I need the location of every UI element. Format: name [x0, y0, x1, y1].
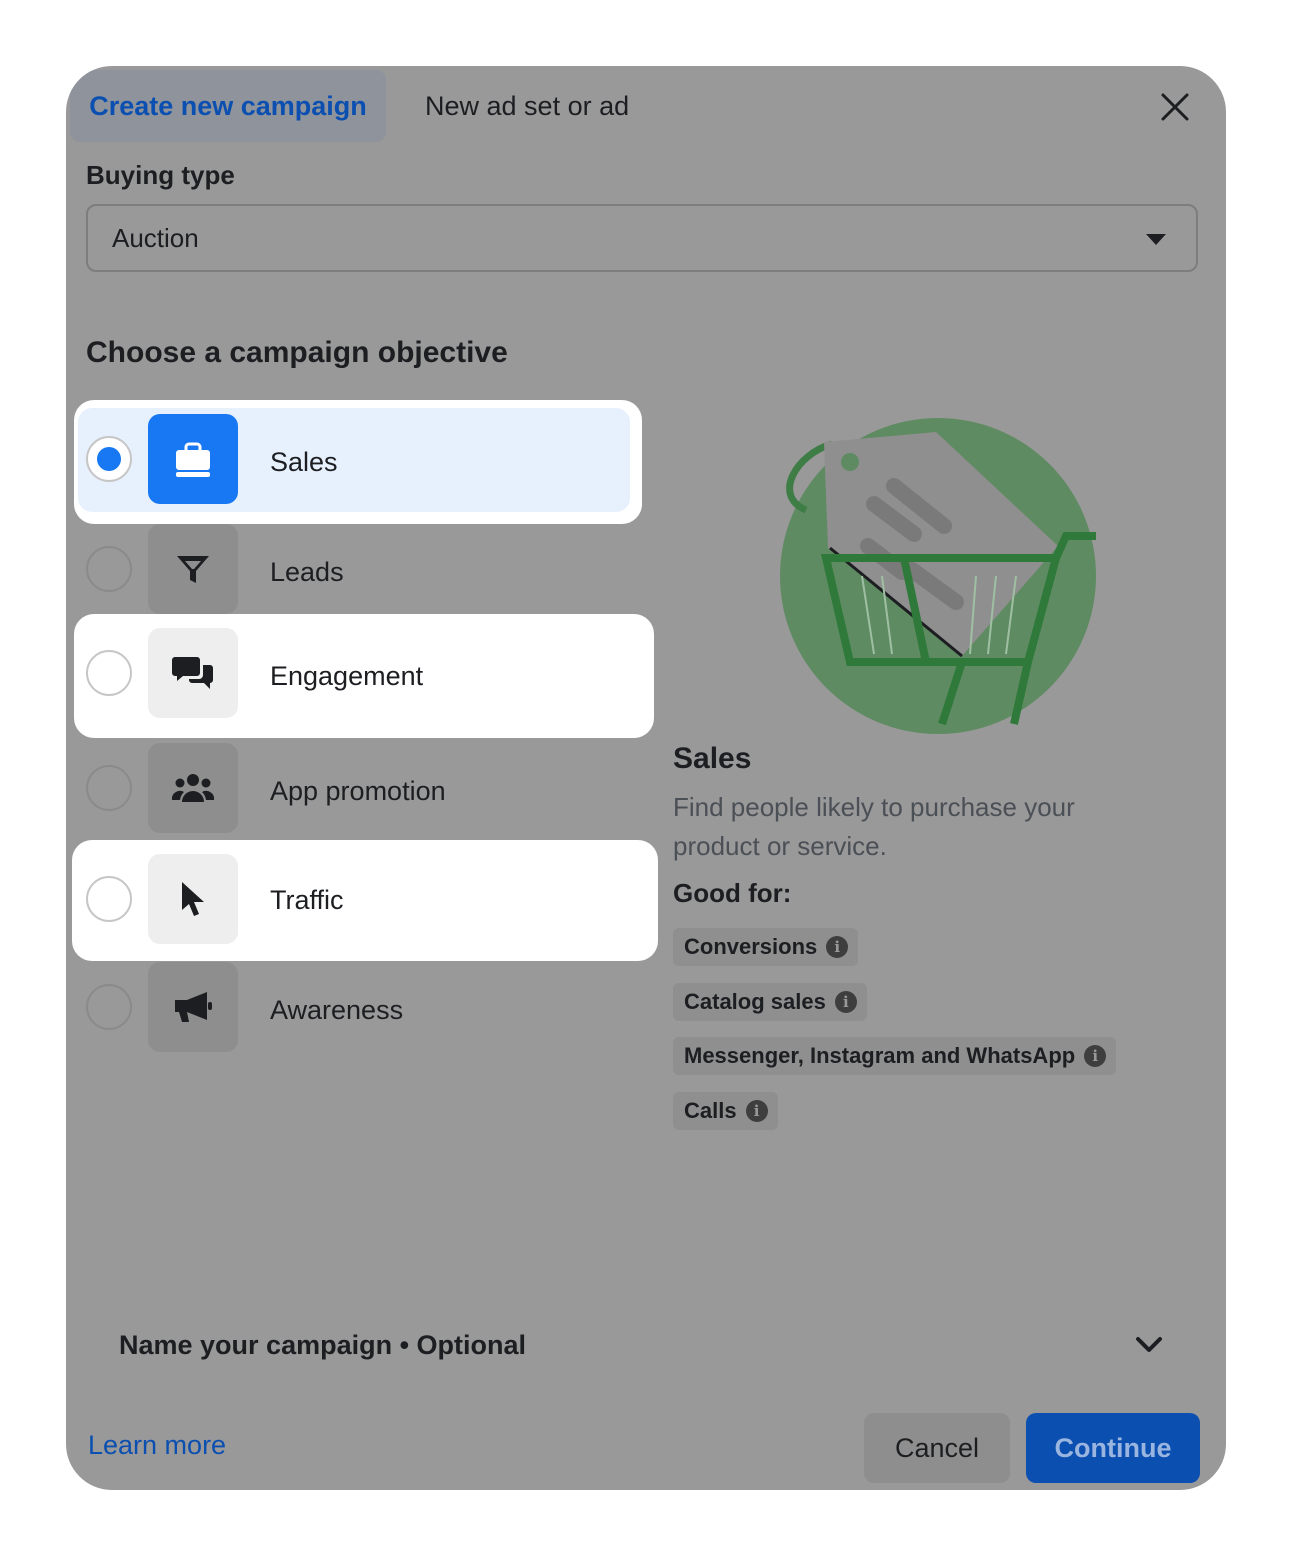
chat-bubbles-icon: [172, 657, 213, 689]
info-icon[interactable]: i: [834, 991, 857, 1013]
cursor-icon: [182, 882, 204, 916]
objective-detail-description: Find people likely to purchase your prod…: [673, 792, 1075, 861]
objective-label-awareness: Awareness: [270, 994, 404, 1025]
people-group-icon: [172, 774, 214, 802]
good-for-chip-messenger: Messenger, Instagram and WhatsApp i: [673, 1037, 1117, 1075]
continue-button[interactable]: Continue: [1026, 1413, 1200, 1483]
info-icon[interactable]: i: [1084, 1045, 1107, 1067]
shopping-bag-icon: [176, 442, 210, 477]
good-for-chip-catalog-sales: Catalog sales i: [673, 983, 867, 1021]
radio-traffic[interactable]: [86, 876, 132, 922]
good-for-chip-calls: Calls i: [673, 1092, 778, 1130]
objective-tile-app-promotion: [148, 743, 238, 833]
info-icon[interactable]: i: [745, 1100, 768, 1122]
buying-type-select[interactable]: Auction: [86, 204, 1198, 272]
good-for-chip-conversions: Conversions i: [673, 928, 859, 966]
objective-tile-awareness: [148, 962, 238, 1052]
chip-label: Catalog sales: [684, 989, 826, 1014]
name-campaign-label[interactable]: Name your campaign • Optional: [119, 1330, 526, 1361]
objective-tile-traffic: [148, 854, 238, 944]
radio-engagement[interactable]: [86, 650, 132, 696]
info-icon[interactable]: i: [826, 936, 849, 958]
objective-label-engagement: Engagement: [270, 660, 424, 691]
objective-section-title: Choose a campaign objective: [86, 336, 508, 369]
chip-label: Conversions: [684, 934, 818, 959]
sales-tag-cart-illustration: [780, 418, 1096, 734]
close-icon[interactable]: [1158, 90, 1192, 124]
tab-new-ad-set-or-ad[interactable]: New ad set or ad: [425, 70, 629, 142]
radio-sales[interactable]: [86, 436, 132, 482]
objective-tile-engagement: [148, 628, 238, 718]
objective-option-sales[interactable]: Sales: [74, 400, 642, 524]
radio-app-promotion[interactable]: [86, 765, 132, 811]
objective-option-app-promotion[interactable]: App promotion: [74, 729, 642, 853]
objective-option-awareness[interactable]: Awareness: [74, 948, 642, 1072]
chevron-down-icon[interactable]: [1134, 1334, 1164, 1356]
caret-down-icon: [1146, 234, 1166, 245]
create-campaign-dialog: Create new campaign New ad set or ad Buy…: [66, 66, 1226, 1490]
objective-label-sales: Sales: [270, 446, 338, 477]
learn-more-link[interactable]: Learn more: [88, 1430, 226, 1461]
objective-label-app-promotion: App promotion: [270, 775, 446, 806]
radio-leads[interactable]: [86, 546, 132, 592]
objective-label-traffic: Traffic: [270, 885, 344, 915]
funnel-icon: [177, 556, 209, 583]
chip-label: Calls: [684, 1098, 737, 1123]
objective-detail-title: Sales: [673, 742, 752, 775]
cancel-button[interactable]: Cancel: [864, 1413, 1010, 1483]
objective-tile-leads: [148, 524, 238, 614]
chip-label: Messenger, Instagram and WhatsApp: [684, 1043, 1076, 1068]
objective-option-traffic[interactable]: Traffic: [72, 840, 658, 961]
radio-awareness[interactable]: [86, 984, 132, 1030]
buying-type-value: Auction: [112, 222, 199, 253]
objective-tile-sales: [148, 414, 238, 504]
objective-option-engagement[interactable]: Engagement: [74, 614, 654, 738]
megaphone-icon: [175, 992, 212, 1022]
tab-create-new-campaign[interactable]: Create new campaign: [70, 70, 386, 142]
good-for-label: Good for:: [673, 878, 792, 908]
buying-type-label: Buying type: [86, 160, 235, 190]
objective-label-leads: Leads: [270, 556, 344, 587]
